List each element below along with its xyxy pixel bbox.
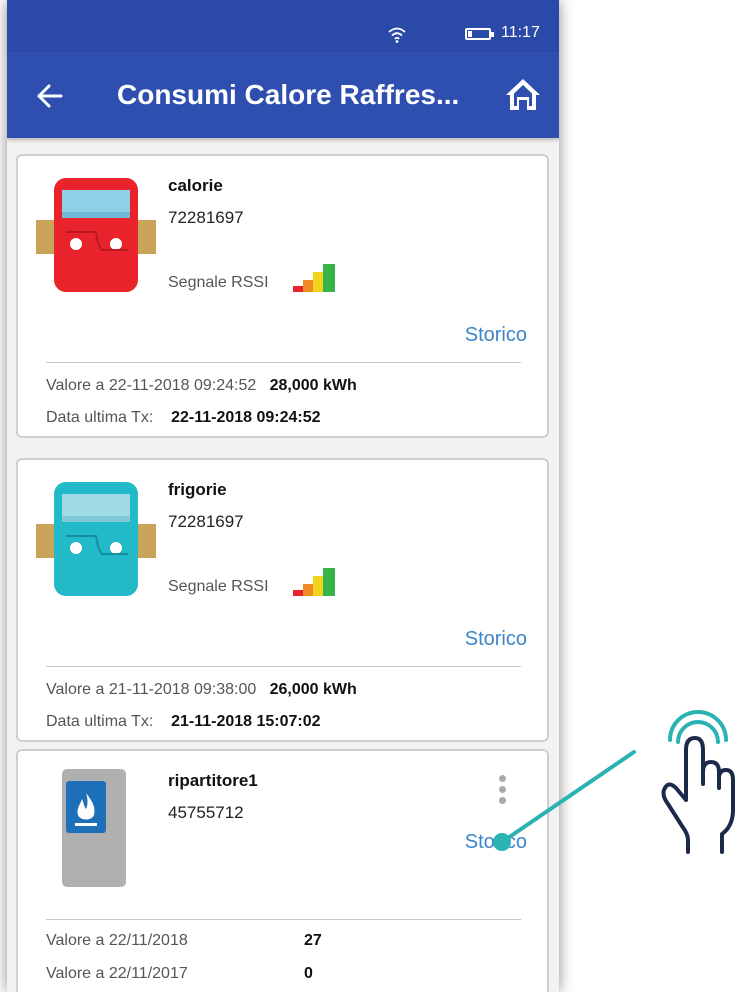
value-row: Valore a 21-11-2018 09:38:00 26,000 kWh xyxy=(46,681,357,699)
last-tx-row: Data ultima Tx: 21-11-2018 15:07:02 xyxy=(46,713,321,731)
divider xyxy=(46,919,521,920)
last-tx-row: Data ultima Tx: 22-11-2018 09:24:52 xyxy=(46,409,321,427)
heat-allocator-icon xyxy=(62,769,126,887)
phone-screen: 11:17 Consumi Calore Raffres... calorie … xyxy=(7,0,559,992)
status-time: 11:17 xyxy=(501,24,540,41)
last-tx-label: Data ultima Tx: xyxy=(46,409,154,426)
value-label: Valore a 22/11/2018 xyxy=(46,932,188,949)
wifi-icon xyxy=(388,27,406,43)
more-options-icon[interactable] xyxy=(499,775,507,807)
value-amount: 28,000 kWh xyxy=(269,377,357,394)
value-label: Valore a 22/11/2017 xyxy=(46,965,188,982)
device-name: calorie xyxy=(168,176,223,195)
value-label: Valore a 21-11-2018 09:38:00 xyxy=(46,681,257,698)
value-row: Valore a 22-11-2018 09:24:52 28,000 kWh xyxy=(46,377,357,395)
last-tx-value: 21-11-2018 15:07:02 xyxy=(171,713,321,730)
status-bar: 11:17 xyxy=(7,0,559,52)
value-label: Valore a 22-11-2018 09:24:52 xyxy=(46,377,257,394)
arrow-left-icon[interactable] xyxy=(35,82,65,110)
home-icon[interactable] xyxy=(503,76,543,112)
rssi-label: Segnale RSSI xyxy=(168,274,269,291)
value-amount: 26,000 kWh xyxy=(269,681,357,698)
device-name: ripartitore1 xyxy=(168,771,258,790)
storico-link[interactable]: Storico xyxy=(465,324,527,347)
storico-link[interactable]: Storico xyxy=(465,628,527,651)
signal-strength-icon xyxy=(293,568,335,596)
divider xyxy=(46,362,521,363)
device-serial: 72281697 xyxy=(168,208,244,227)
value-row: Valore a 22/11/2018 27 xyxy=(46,932,322,950)
tap-gesture-icon xyxy=(661,710,735,854)
device-card-ripartitore: ripartitore1 45755712 Storico Valore a 2… xyxy=(16,749,549,992)
storico-link[interactable]: Storico xyxy=(465,831,527,854)
battery-icon xyxy=(465,28,494,40)
value-amount: 0 xyxy=(304,965,313,982)
device-name: frigorie xyxy=(168,480,227,499)
heat-meter-icon xyxy=(36,178,156,292)
value-amount: 27 xyxy=(304,932,322,949)
signal-strength-icon xyxy=(293,264,335,292)
device-serial: 45755712 xyxy=(168,803,244,822)
device-serial: 72281697 xyxy=(168,512,244,531)
page-title: Consumi Calore Raffres... xyxy=(117,79,460,110)
divider xyxy=(46,666,521,667)
device-card-calorie: calorie 72281697 Segnale RSSI Storico Va… xyxy=(16,154,549,438)
app-bar: Consumi Calore Raffres... xyxy=(7,52,559,138)
last-tx-value: 22-11-2018 09:24:52 xyxy=(171,409,321,426)
rssi-label: Segnale RSSI xyxy=(168,578,269,595)
cooling-meter-icon xyxy=(36,482,156,596)
device-card-frigorie: frigorie 72281697 Segnale RSSI Storico V… xyxy=(16,458,549,742)
last-tx-label: Data ultima Tx: xyxy=(46,713,154,730)
value-row: Valore a 22/11/2017 0 xyxy=(46,965,313,983)
